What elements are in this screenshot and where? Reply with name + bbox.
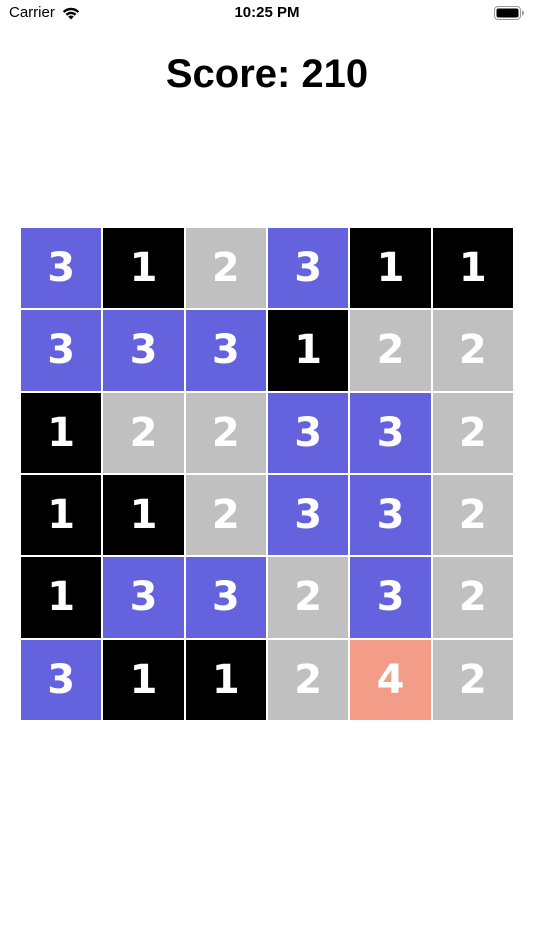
tile[interactable]: 3 bbox=[350, 392, 431, 473]
tile[interactable]: 2 bbox=[432, 475, 513, 556]
tile[interactable]: 3 bbox=[21, 310, 102, 391]
tile[interactable]: 3 bbox=[268, 475, 349, 556]
tile[interactable]: 2 bbox=[185, 392, 266, 473]
tile[interactable]: 2 bbox=[432, 557, 513, 638]
tile[interactable]: 2 bbox=[432, 639, 513, 720]
tile[interactable]: 3 bbox=[103, 310, 184, 391]
tile[interactable]: 1 bbox=[21, 557, 102, 638]
tile[interactable]: 3 bbox=[21, 639, 102, 720]
tile[interactable]: 3 bbox=[268, 228, 349, 309]
tile[interactable]: 2 bbox=[350, 310, 431, 391]
tile[interactable]: 1 bbox=[103, 639, 184, 720]
tile[interactable]: 2 bbox=[268, 557, 349, 638]
tile[interactable]: 1 bbox=[103, 475, 184, 556]
tile[interactable]: 3 bbox=[21, 228, 102, 309]
tile[interactable]: 3 bbox=[185, 310, 266, 391]
tile[interactable]: 2 bbox=[185, 475, 266, 556]
tile[interactable]: 3 bbox=[350, 557, 431, 638]
tile[interactable]: 3 bbox=[103, 557, 184, 638]
tile[interactable]: 1 bbox=[185, 639, 266, 720]
tile[interactable]: 2 bbox=[432, 310, 513, 391]
tile[interactable]: 4 bbox=[350, 639, 431, 720]
battery-full-icon bbox=[494, 6, 524, 20]
status-time: 10:25 PM bbox=[234, 4, 300, 21]
game-board: 312311333122122332112332133232311242 bbox=[21, 228, 513, 720]
score-label: Score: 210 bbox=[165, 52, 369, 96]
tile[interactable]: 2 bbox=[103, 392, 184, 473]
tile[interactable]: 1 bbox=[432, 228, 513, 309]
tile[interactable]: 3 bbox=[185, 557, 266, 638]
status-bar: Carrier 10:25 PM bbox=[0, 0, 534, 30]
tile[interactable]: 3 bbox=[268, 392, 349, 473]
tile[interactable]: 2 bbox=[432, 392, 513, 473]
tile[interactable]: 1 bbox=[21, 475, 102, 556]
tile[interactable]: 1 bbox=[268, 310, 349, 391]
tile[interactable]: 1 bbox=[350, 228, 431, 309]
tile[interactable]: 1 bbox=[21, 392, 102, 473]
tile[interactable]: 2 bbox=[268, 639, 349, 720]
tile[interactable]: 3 bbox=[350, 475, 431, 556]
tile[interactable]: 1 bbox=[103, 228, 184, 309]
tile[interactable]: 2 bbox=[185, 228, 266, 309]
